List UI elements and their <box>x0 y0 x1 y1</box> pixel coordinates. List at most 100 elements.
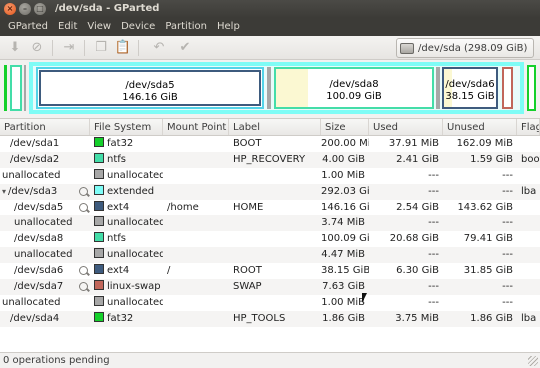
resize-grip-icon[interactable] <box>528 356 538 366</box>
cell-flags <box>517 136 540 152</box>
cell-unused: --- <box>502 169 513 181</box>
expander-icon[interactable]: ▾ <box>2 184 6 200</box>
cell-label <box>229 247 321 263</box>
col-header-size[interactable]: Size <box>321 119 369 135</box>
window-title: /dev/sda - GParted <box>55 3 160 14</box>
cell-flags <box>517 231 540 247</box>
col-header-flags[interactable]: Flags <box>517 119 540 135</box>
delete-partition-icon[interactable]: ⊘ <box>28 39 46 57</box>
mounted-key-icon <box>79 186 88 196</box>
cell-size: 200.00 MiB <box>321 138 369 149</box>
disk-segment-sda7[interactable] <box>502 67 513 109</box>
filesystem-name: fat32 <box>107 312 134 324</box>
col-header-used[interactable]: Used <box>369 119 443 135</box>
disk-segment-unallocated[interactable] <box>436 67 440 109</box>
partition-name: unallocated <box>2 296 61 308</box>
col-header-partition[interactable]: Partition <box>0 119 90 135</box>
partition-name: /dev/sda3 <box>8 185 58 197</box>
cell-partition: /dev/sda4 <box>0 311 90 327</box>
mounted-key-icon <box>79 202 88 212</box>
filesystem-color-swatch <box>94 248 104 259</box>
cell-size: 4.00 GiB <box>322 153 365 165</box>
cell-partition: unallocated <box>0 215 90 231</box>
filesystem-name: linux-swap <box>107 281 161 293</box>
table-row[interactable]: /dev/sda4 fat32 HP_TOOLS 1.86 GiB 3.75 MiB 1.… <box>0 310 540 327</box>
disk-segment-sda1[interactable] <box>4 65 7 111</box>
table-row[interactable]: unallocated unallocated 4.47 MiB --- --- <box>0 247 540 264</box>
cell-flags <box>517 215 540 231</box>
undo-icon[interactable]: ↶ <box>150 39 168 57</box>
cell-flags <box>517 279 540 295</box>
col-header-unused[interactable]: Unused <box>443 119 517 135</box>
cell-filesystem: ext4 <box>90 263 163 279</box>
table-row[interactable]: unallocated unallocated 1.00 MiB --- --- <box>0 295 540 311</box>
filesystem-color-swatch <box>94 280 104 291</box>
cell-label: HP_TOOLS <box>233 312 286 324</box>
cell-mountpoint <box>163 215 229 231</box>
menu-partition[interactable]: Partition <box>160 18 212 36</box>
copy-icon[interactable]: ❐ <box>92 39 110 57</box>
partition-name: /dev/sda4 <box>10 312 60 324</box>
table-row[interactable]: /dev/sda8 ntfs 100.09 GiB 20.68 GiB 79.41 Gi… <box>0 231 540 247</box>
cell-used: --- <box>428 217 439 229</box>
filesystem-name: ext4 <box>107 201 130 213</box>
disk-segment-sda5[interactable]: /dev/sda5 146.16 GiB <box>36 67 264 109</box>
paste-icon[interactable]: 📋 <box>114 39 132 57</box>
table-row[interactable]: /dev/sda5 ext4/home HOME 146.16 GiB 2.54 GiB… <box>0 200 540 216</box>
filesystem-name: ntfs <box>107 233 126 245</box>
filesystem-color-swatch <box>94 232 104 243</box>
partition-name: /dev/sda1 <box>10 138 60 149</box>
minimize-window-button[interactable]: – <box>19 3 31 15</box>
cell-label <box>229 295 321 311</box>
cell-used: 6.30 GiB <box>396 265 439 277</box>
table-row[interactable]: /dev/sda7 linux-swap SWAP 7.63 GiB --- --- <box>0 279 540 295</box>
partition-name: unallocated <box>14 249 73 261</box>
apply-icon[interactable]: ✔ <box>176 39 194 57</box>
device-selector[interactable]: /dev/sda (298.09 GiB) <box>396 38 534 58</box>
cell-label <box>229 231 321 247</box>
cell-filesystem: linux-swap <box>90 279 163 295</box>
cell-used: 37.91 MiB <box>388 138 439 149</box>
disk-segment-unallocated[interactable] <box>24 65 26 111</box>
table-row[interactable]: /dev/sda6 ext4 / ROOT 38.15 GiB 6.30 GiB 31.85… <box>0 263 540 279</box>
close-window-button[interactable]: × <box>4 3 16 15</box>
cell-mountpoint: /home <box>167 201 199 213</box>
menu-device[interactable]: Device <box>116 18 160 36</box>
table-row[interactable]: unallocated unallocated 3.74 MiB --- --- <box>0 215 540 232</box>
table-row[interactable]: /dev/sda2 ntfs HP_RECOVERY 4.00 GiB 2.41 GiB… <box>0 151 540 168</box>
disk-segment-sda8[interactable]: /dev/sda8 100.09 GiB <box>274 67 434 109</box>
cell-mountpoint <box>163 231 229 247</box>
table-row[interactable]: ▾/dev/sda3 extended 292.03 GiB --- --- lba <box>0 183 540 200</box>
cell-filesystem: ntfs <box>90 152 163 168</box>
cell-filesystem: unallocated <box>90 215 163 231</box>
cell-used: --- <box>428 296 439 308</box>
cell-partition: /dev/sda5 <box>0 200 90 216</box>
table-row[interactable]: /dev/sda1 fat32 BOOT 200.00 MiB 37.91 MiB 162… <box>0 136 540 152</box>
disk-segment-sda4[interactable] <box>527 65 536 111</box>
disk-segment-sda2[interactable] <box>10 65 22 111</box>
filesystem-name: unallocated <box>107 217 163 229</box>
table-row[interactable]: unallocated unallocated 1.00 MiB --- --- <box>0 168 540 184</box>
disk-segment-unallocated[interactable] <box>267 67 271 109</box>
col-header-label[interactable]: Label <box>229 119 321 135</box>
cell-partition: unallocated <box>0 295 90 311</box>
col-header-filesystem[interactable]: File System <box>90 119 163 135</box>
new-partition-icon[interactable]: ⬇ <box>6 39 24 57</box>
cell-unused: 143.62 GiB <box>457 201 513 213</box>
menu-view[interactable]: View <box>82 18 116 36</box>
partition-name: /dev/sda6 <box>14 265 64 277</box>
menu-gparted[interactable]: GParted <box>3 18 53 36</box>
menu-edit[interactable]: Edit <box>53 18 82 36</box>
partition-name: /dev/sda8 <box>14 233 64 245</box>
disk-segment-sda6[interactable]: /dev/sda6 38.15 GiB <box>442 67 498 109</box>
resize-move-icon[interactable]: ⇥ <box>60 39 78 57</box>
toolbar-separator <box>52 40 53 56</box>
cell-mountpoint <box>163 184 229 200</box>
col-header-mountpoint[interactable]: Mount Point <box>163 119 229 135</box>
maximize-window-button[interactable]: □ <box>34 3 46 15</box>
partition-name: /dev/sda5 <box>14 201 64 213</box>
cell-size: 38.15 GiB <box>321 265 369 277</box>
menu-help[interactable]: Help <box>212 18 245 36</box>
window-controls: × – □ <box>4 3 46 15</box>
cell-filesystem: extended <box>90 184 163 200</box>
